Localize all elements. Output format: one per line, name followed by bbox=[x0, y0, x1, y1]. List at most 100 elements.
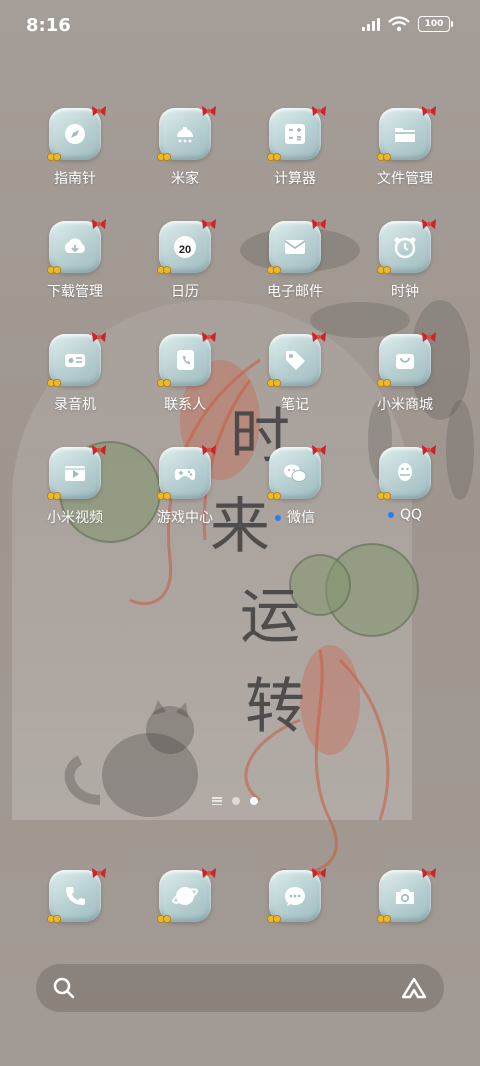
search-bar[interactable] bbox=[36, 964, 444, 1012]
app-download[interactable]: 下载管理 bbox=[20, 219, 130, 334]
bow-decoration-icon bbox=[92, 332, 106, 342]
app-label-text: 小米视频 bbox=[47, 510, 103, 526]
app-tag[interactable]: 笔记 bbox=[240, 332, 350, 447]
app-icon-frame[interactable] bbox=[377, 219, 436, 274]
browser-icon bbox=[172, 887, 198, 905]
app-label: 日历 bbox=[171, 281, 199, 301]
app-label-text: 文件管理 bbox=[377, 171, 433, 187]
dock bbox=[20, 868, 460, 930]
wifi-icon bbox=[388, 16, 410, 32]
page-dot-1[interactable] bbox=[232, 797, 240, 805]
gold-coin-decoration-icon bbox=[47, 915, 61, 923]
app-qq-penguin[interactable]: QQ bbox=[350, 445, 460, 560]
app-icon-frame[interactable] bbox=[47, 332, 106, 387]
dock-messages[interactable] bbox=[240, 868, 350, 930]
app-icon-frame[interactable] bbox=[267, 332, 326, 387]
app-label: 小米视频 bbox=[47, 507, 103, 527]
calligraphy-char: 运 bbox=[240, 582, 300, 652]
status-bar: 8:16 100 bbox=[0, 0, 480, 52]
ai-assistant-icon[interactable] bbox=[400, 976, 428, 1000]
bow-decoration-icon bbox=[202, 332, 216, 342]
app-label-text: 米家 bbox=[171, 171, 199, 187]
app-shopping-bag[interactable]: 小米商城 bbox=[350, 332, 460, 447]
app-icon-frame[interactable] bbox=[267, 868, 326, 923]
app-label: 联系人 bbox=[164, 394, 206, 414]
app-recorder[interactable]: 录音机 bbox=[20, 332, 130, 447]
app-icon-frame[interactable] bbox=[47, 219, 106, 274]
page-dot-2-active[interactable] bbox=[250, 797, 258, 805]
app-calculator[interactable]: 计算器 bbox=[240, 106, 350, 221]
battery-level: 100 bbox=[424, 19, 444, 29]
bow-decoration-icon bbox=[312, 219, 326, 229]
video-icon bbox=[65, 466, 85, 481]
app-icon-frame[interactable] bbox=[377, 106, 436, 161]
bow-decoration-icon bbox=[92, 106, 106, 116]
app-icon-frame[interactable] bbox=[377, 868, 436, 923]
gold-coin-decoration-icon bbox=[47, 379, 61, 387]
app-icon-frame[interactable] bbox=[157, 106, 216, 161]
contacts-icon bbox=[177, 350, 194, 370]
app-video[interactable]: 小米视频 bbox=[20, 445, 130, 560]
gold-coin-decoration-icon bbox=[157, 915, 171, 923]
bow-decoration-icon bbox=[422, 868, 436, 878]
app-icon-frame[interactable] bbox=[47, 868, 106, 923]
gold-coin-decoration-icon bbox=[157, 379, 171, 387]
gold-coin-decoration-icon bbox=[157, 153, 171, 161]
signal-icon bbox=[362, 17, 380, 31]
app-label-text: 笔记 bbox=[281, 397, 309, 413]
tag-icon bbox=[286, 351, 305, 370]
bow-decoration-icon bbox=[312, 868, 326, 878]
gold-coin-decoration-icon bbox=[377, 153, 391, 161]
app-icon-frame[interactable] bbox=[157, 332, 216, 387]
app-smart-home[interactable]: 米家 bbox=[130, 106, 240, 221]
app-icon-frame[interactable] bbox=[157, 445, 216, 500]
app-calendar[interactable]: 20 日历 bbox=[130, 219, 240, 334]
app-label-text: 联系人 bbox=[164, 397, 206, 413]
search-icon bbox=[53, 977, 75, 999]
app-icon-frame[interactable] bbox=[157, 868, 216, 923]
notification-dot bbox=[275, 515, 281, 521]
app-icon-frame[interactable] bbox=[47, 106, 106, 161]
dock-browser[interactable] bbox=[130, 868, 240, 930]
gold-coin-decoration-icon bbox=[377, 266, 391, 274]
app-label: QQ bbox=[387, 507, 422, 523]
page-indicator[interactable] bbox=[212, 797, 258, 805]
camera-icon bbox=[396, 889, 414, 904]
gold-coin-decoration-icon bbox=[47, 266, 61, 274]
app-contacts[interactable]: 联系人 bbox=[130, 332, 240, 447]
app-alarm-clock[interactable]: 时钟 bbox=[350, 219, 460, 334]
app-icon-frame[interactable] bbox=[267, 106, 326, 161]
bow-decoration-icon bbox=[422, 445, 436, 455]
calligraphy-char: 转 bbox=[245, 672, 305, 742]
app-label-text: 电子邮件 bbox=[267, 284, 323, 300]
app-icon-frame[interactable]: 20 bbox=[157, 219, 216, 274]
app-wechat[interactable]: 微信 bbox=[240, 445, 350, 560]
bow-decoration-icon bbox=[202, 106, 216, 116]
app-label-text: 游戏中心 bbox=[157, 510, 213, 526]
app-mail[interactable]: 电子邮件 bbox=[240, 219, 350, 334]
app-icon-frame[interactable] bbox=[47, 445, 106, 500]
app-icon-frame[interactable] bbox=[377, 445, 436, 500]
folder-icon bbox=[395, 128, 415, 142]
app-label: 小米商城 bbox=[377, 394, 433, 414]
app-label-text: 日历 bbox=[171, 284, 199, 300]
dock-camera[interactable] bbox=[350, 868, 460, 930]
notification-dot bbox=[387, 512, 394, 518]
gold-coin-decoration-icon bbox=[377, 379, 391, 387]
app-icon-frame[interactable] bbox=[377, 332, 436, 387]
app-compass[interactable]: 指南针 bbox=[20, 106, 130, 221]
gold-coin-decoration-icon bbox=[47, 153, 61, 161]
wechat-icon bbox=[284, 464, 307, 482]
bow-decoration-icon bbox=[202, 445, 216, 455]
app-label: 微信 bbox=[275, 507, 315, 527]
app-icon-frame[interactable] bbox=[267, 445, 326, 500]
app-folder[interactable]: 文件管理 bbox=[350, 106, 460, 221]
alarm-clock-icon bbox=[394, 237, 416, 259]
gold-coin-decoration-icon bbox=[267, 492, 281, 500]
app-drawer-list-icon[interactable] bbox=[212, 797, 222, 805]
dock-phone[interactable] bbox=[20, 868, 130, 930]
phone-icon bbox=[66, 887, 85, 905]
gold-coin-decoration-icon bbox=[157, 266, 171, 274]
app-gamepad[interactable]: 游戏中心 bbox=[130, 445, 240, 560]
app-icon-frame[interactable] bbox=[267, 219, 326, 274]
